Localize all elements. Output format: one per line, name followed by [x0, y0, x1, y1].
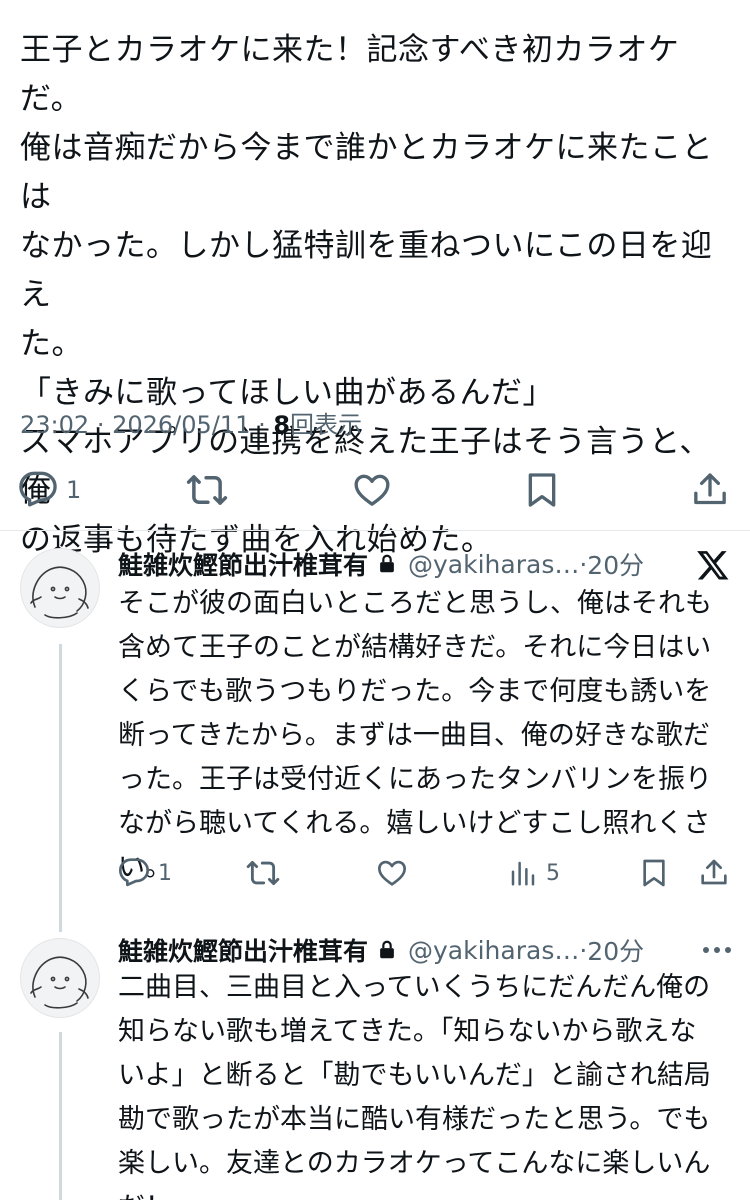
retweet-icon: [246, 860, 280, 886]
retweet-button[interactable]: [186, 462, 228, 518]
thread-line: [59, 644, 62, 932]
tweet-date[interactable]: 2026/05/11: [112, 411, 250, 439]
bookmark-icon: [528, 473, 556, 507]
username-handle[interactable]: @yakiharas…: [408, 550, 579, 579]
reply-count: 1: [158, 860, 172, 886]
share-icon: [701, 859, 727, 885]
views-count: 5: [546, 860, 560, 886]
retweet-button[interactable]: [246, 853, 280, 893]
reply-count: 1: [66, 476, 82, 504]
reply-icon: [19, 471, 57, 507]
views-count: 8: [273, 411, 291, 439]
like-icon: [378, 860, 406, 886]
reply-action-bar: 1 5: [118, 853, 730, 893]
reply-button[interactable]: 1: [18, 462, 81, 518]
reply-text: そこが彼の面白いところだと思うし、俺はそれも 含めて王子のことが結構好きだ。それ…: [118, 588, 712, 883]
time-separator: ·: [579, 549, 588, 579]
like-button[interactable]: [352, 462, 392, 518]
bookmark-button[interactable]: [638, 853, 670, 893]
reply-text: 二曲目、三曲目と入っていくうちにだんだん俺の 知らない歌も増えてきた。「知らない…: [118, 972, 711, 1200]
tweet-time[interactable]: 23:02: [20, 411, 89, 439]
display-name[interactable]: 鮭雑炊鰹節出汁椎茸有: [118, 932, 368, 968]
like-button[interactable]: [376, 853, 408, 893]
x-logo-icon[interactable]: [696, 548, 730, 582]
analytics-icon: [511, 861, 535, 886]
share-icon: [694, 473, 726, 505]
tweet-meta: 23:02 · 2026/05/11 · 8回表示: [20, 405, 362, 440]
reply-header: 鮭雑炊鰹節出汁椎茸有 @yakiharas… · 20分: [118, 544, 644, 584]
avatar-illustration: [30, 566, 89, 619]
tweet-action-bar: 1: [0, 462, 750, 518]
bookmark-button[interactable]: [522, 462, 562, 518]
avatar[interactable]: [20, 548, 100, 628]
views-button[interactable]: 5: [508, 853, 560, 893]
share-button[interactable]: [698, 853, 730, 893]
reply-button[interactable]: 1: [118, 853, 172, 893]
share-button[interactable]: [690, 462, 730, 518]
reply-icon: [119, 858, 149, 887]
like-icon: [354, 474, 390, 506]
meta-separator: ·: [258, 411, 266, 439]
divider: [0, 530, 750, 531]
bookmark-icon: [643, 859, 665, 887]
more-icon[interactable]: [703, 947, 731, 953]
thread-line: [59, 1032, 62, 1200]
views-label: 回表示: [290, 411, 363, 439]
avatar[interactable]: [20, 938, 100, 1018]
lock-icon: [380, 940, 394, 959]
time-separator: ·: [579, 935, 588, 965]
reply-header: 鮭雑炊鰹節出汁椎茸有 @yakiharas… · 20分: [118, 930, 644, 970]
reply-time[interactable]: 20分: [587, 546, 644, 582]
lock-icon: [380, 554, 394, 573]
username-handle[interactable]: @yakiharas…: [408, 936, 579, 965]
reply-time[interactable]: 20分: [587, 932, 644, 968]
display-name[interactable]: 鮭雑炊鰹節出汁椎茸有: [118, 546, 368, 582]
avatar-illustration: [30, 956, 89, 1009]
retweet-icon: [186, 475, 228, 505]
meta-separator: ·: [96, 411, 105, 439]
